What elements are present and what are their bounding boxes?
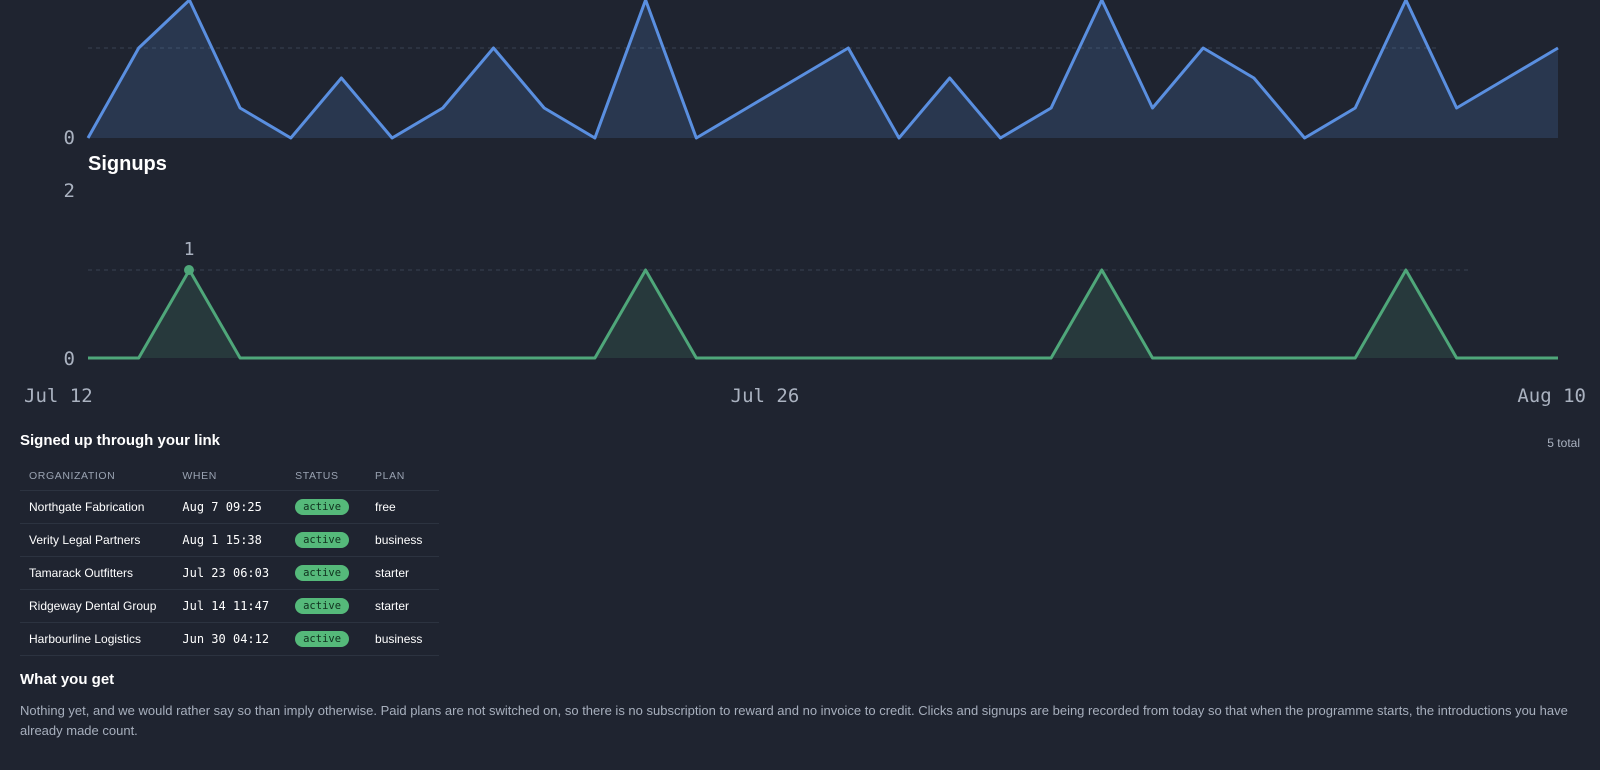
when-cell: Jul 14 11:47: [173, 589, 287, 623]
column-header-when: WHEN: [173, 462, 287, 491]
clicks-zero-label: 0: [64, 127, 75, 149]
x-tick-label: Jul 26: [731, 385, 800, 407]
table-row[interactable]: Tamarack Outfitters Jul 23 06:03 active …: [20, 556, 440, 590]
signups-chart: 2 1 0: [64, 180, 1558, 370]
signups-peak-label: 1: [184, 239, 195, 260]
table-header-row: ORGANIZATION WHEN STATUS PLAN: [20, 462, 440, 491]
status-badge: active: [295, 532, 350, 548]
signups-total: 5 total: [1547, 436, 1580, 450]
signups-section-title: Signed up through your link: [20, 432, 220, 449]
signups-chart-title: Signups: [88, 153, 167, 175]
organization-cell: Harbourline Logistics: [20, 622, 174, 656]
organization-cell: Verity Legal Partners: [20, 523, 174, 557]
clicks-chart: 0: [64, 0, 1559, 149]
when-cell: Jun 30 04:12: [173, 622, 287, 656]
plan-cell: business: [366, 622, 440, 656]
signups-line: [88, 268, 1558, 360]
plan-cell: starter: [366, 589, 440, 623]
table-row[interactable]: Harbourline Logistics Jun 30 04:12 activ…: [20, 622, 440, 656]
status-badge: active: [295, 565, 350, 581]
status-badge: active: [295, 499, 350, 515]
when-cell: Aug 1 15:38: [173, 523, 287, 557]
table-row[interactable]: Northgate Fabrication Aug 7 09:25 active…: [20, 490, 440, 524]
status-badge: active: [295, 631, 350, 647]
referral-dashboard: 0 Signups 2 1 0 Jul 12 Jul 26 Aug 10 Sig…: [0, 0, 1600, 770]
plan-cell: business: [366, 523, 440, 557]
signups-max-label: 2: [64, 180, 75, 202]
activity-charts: 0 Signups 2 1 0 Jul 12 Jul 26 Aug 10: [24, 0, 1586, 407]
column-header-organization: ORGANIZATION: [20, 462, 174, 491]
plan-cell: free: [366, 490, 440, 524]
signups-area: [88, 270, 1558, 358]
signups-zero-label: 0: [64, 348, 75, 370]
signups-peak-dot[interactable]: [184, 265, 194, 275]
signups-table: ORGANIZATION WHEN STATUS PLAN Northgate …: [20, 462, 440, 656]
table-row[interactable]: Ridgeway Dental Group Jul 14 11:47 activ…: [20, 589, 440, 623]
status-badge: active: [295, 598, 350, 614]
benefits-title: What you get: [20, 671, 115, 688]
organization-cell: Northgate Fabrication: [20, 490, 174, 524]
when-cell: Jul 23 06:03: [173, 556, 287, 590]
x-tick-label: Aug 10: [1517, 385, 1586, 407]
table-row[interactable]: Verity Legal Partners Aug 1 15:38 active…: [20, 523, 440, 557]
benefits-description: Nothing yet, and we would rather say so …: [20, 703, 1568, 738]
plan-cell: starter: [366, 556, 440, 590]
column-header-plan: PLAN: [366, 462, 440, 491]
x-tick-label: Jul 12: [24, 385, 93, 407]
column-header-status: STATUS: [286, 462, 367, 491]
organization-cell: Ridgeway Dental Group: [20, 589, 174, 623]
x-axis: Jul 12 Jul 26 Aug 10: [24, 385, 1586, 407]
organization-cell: Tamarack Outfitters: [20, 556, 174, 590]
when-cell: Aug 7 09:25: [173, 490, 287, 524]
